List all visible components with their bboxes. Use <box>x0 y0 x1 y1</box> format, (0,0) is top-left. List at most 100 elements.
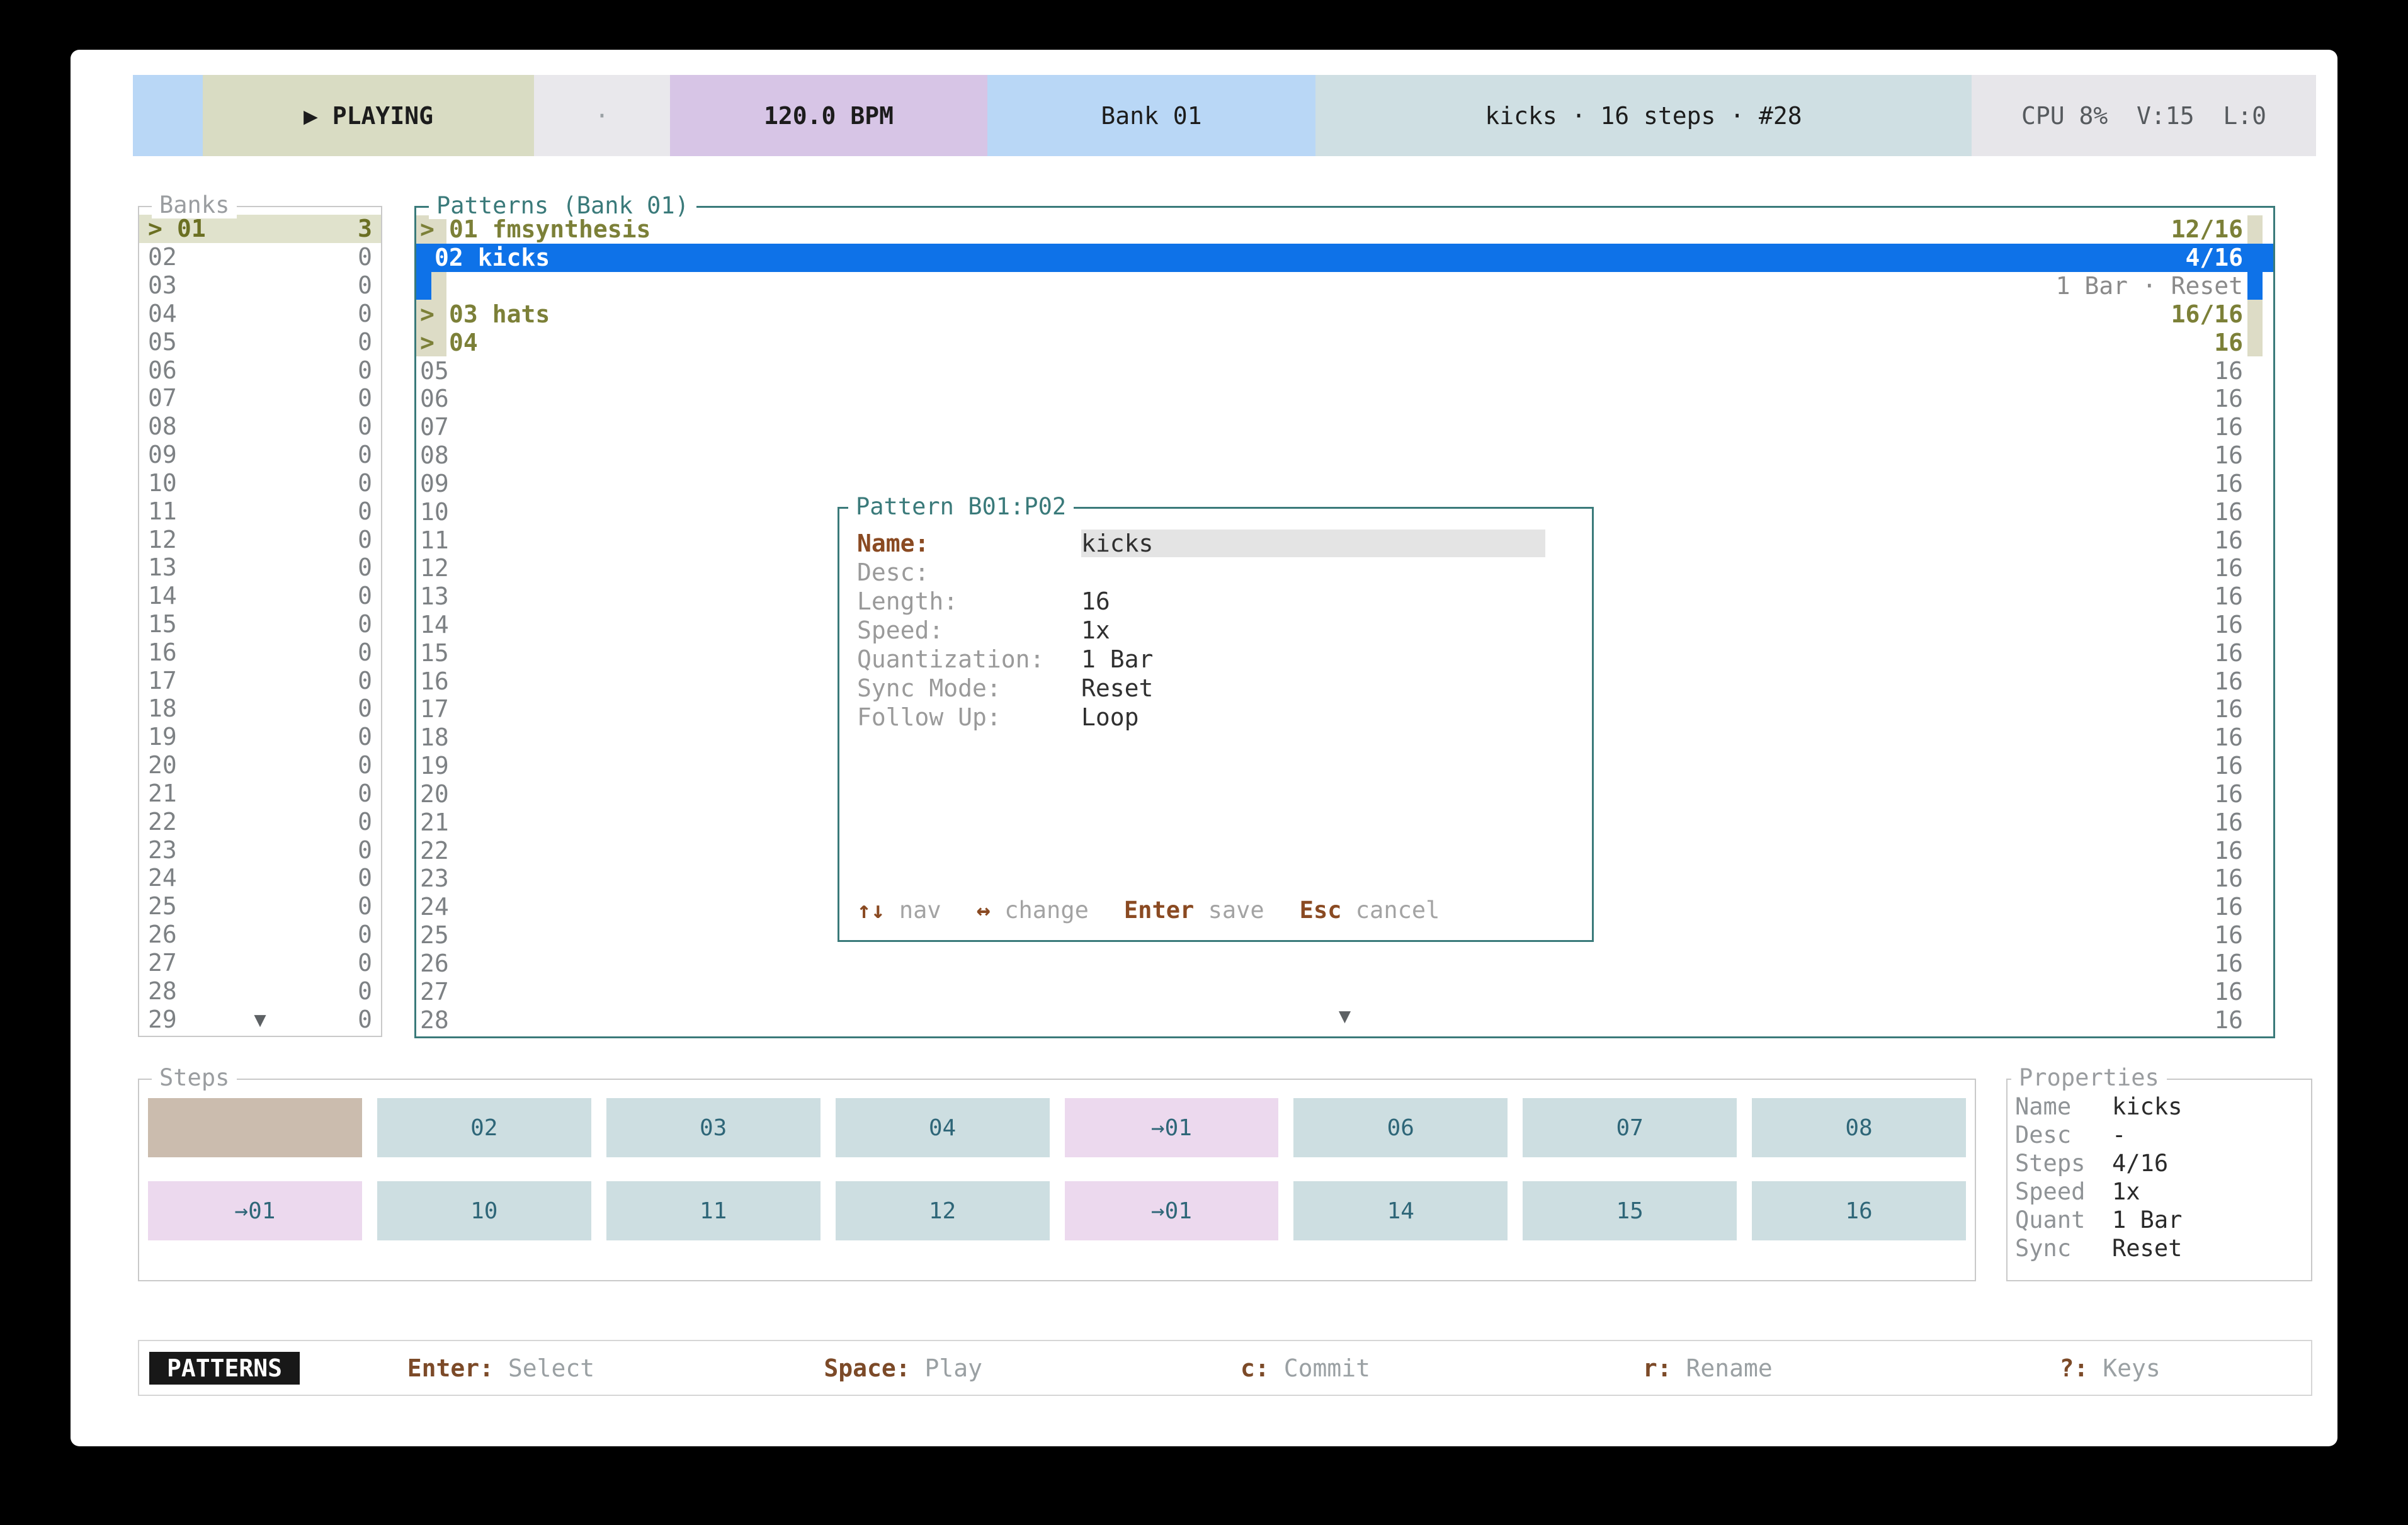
app-window: ▶ PLAYING · 120.0 BPM Bank 01 kicks · 16… <box>0 0 2408 1525</box>
key-hint-space <box>1194 897 1208 924</box>
bank-pattern-count: 0 <box>358 328 372 356</box>
property-value: - <box>2112 1121 2126 1148</box>
pattern-step-count: 16 <box>2214 526 2273 554</box>
dialog-field-row[interactable]: Speed: 1x <box>839 616 1592 645</box>
bank-row[interactable]: 14 0 <box>139 582 381 610</box>
bank-row[interactable]: 28 0 <box>139 977 381 1005</box>
pattern-number: 20 <box>420 780 449 808</box>
step-cell[interactable]: 16 <box>1752 1181 1966 1240</box>
bank-row[interactable]: 04 0 <box>139 299 381 327</box>
bank-row[interactable]: 17 0 <box>139 666 381 694</box>
field-value-input[interactable]: Reset <box>1081 674 1545 702</box>
bank-row[interactable]: 07 0 <box>139 384 381 412</box>
properties-panel-title: Properties <box>2011 1064 2167 1091</box>
step-cell[interactable]: →01 <box>148 1181 362 1240</box>
bank-row[interactable]: 22 0 <box>139 807 381 836</box>
pattern-row[interactable]: 06 16 <box>416 385 2273 413</box>
property-value: Reset <box>2112 1235 2182 1262</box>
pattern-step-count: 16 <box>2214 950 2273 977</box>
pattern-row[interactable]: 1 Bar · Reset <box>416 272 2273 300</box>
bank-cursor-marker: > <box>148 215 177 242</box>
step-cell-label: 04 <box>929 1115 956 1141</box>
step-cell[interactable]: 14 <box>1293 1181 1508 1240</box>
bank-pattern-count: 0 <box>358 921 372 948</box>
bank-row[interactable]: > 01 3 <box>139 215 381 243</box>
dialog-field-row[interactable]: Length: 16 <box>839 587 1592 616</box>
step-cell[interactable]: 03 <box>606 1098 821 1157</box>
step-cell[interactable]: 12 <box>836 1181 1050 1240</box>
step-cell[interactable]: 02 <box>377 1098 591 1157</box>
pattern-row[interactable]: > 03 hats 16/16 <box>416 300 2273 328</box>
field-value-input[interactable]: 1x <box>1081 616 1545 644</box>
bank-row[interactable]: 03 0 <box>139 271 381 300</box>
step-cell[interactable]: →01 <box>1065 1098 1279 1157</box>
pattern-row[interactable]: 05 16 <box>416 356 2273 385</box>
key-hint-label: Commit <box>1284 1354 1370 1382</box>
step-cell[interactable]: 08 <box>1752 1098 1966 1157</box>
bank-row[interactable]: 25 0 <box>139 892 381 921</box>
field-value-input[interactable]: Loop <box>1081 703 1545 731</box>
dialog-field-row[interactable]: Name: kicks <box>839 529 1592 558</box>
bank-row[interactable]: 10 0 <box>139 468 381 497</box>
step-cell[interactable]: 11 <box>606 1181 821 1240</box>
step-cell[interactable]: 04 <box>836 1098 1050 1157</box>
step-cell[interactable]: →01 <box>1065 1181 1279 1240</box>
bank-row[interactable]: 23 0 <box>139 836 381 864</box>
bank-row[interactable]: 16 0 <box>139 638 381 666</box>
bank-row[interactable]: 09 0 <box>139 441 381 469</box>
key-hint-label: Rename <box>1686 1354 1773 1382</box>
bank-row[interactable]: 20 0 <box>139 751 381 780</box>
dialog-field-row[interactable]: Follow Up: Loop <box>839 703 1592 732</box>
pattern-row[interactable]: 26 16 <box>416 950 2273 978</box>
bank-pattern-count: 0 <box>358 356 372 384</box>
bank-row[interactable]: 27 0 <box>139 949 381 977</box>
field-value-input[interactable]: kicks <box>1081 530 1545 557</box>
pattern-row[interactable]: 07 16 <box>416 413 2273 441</box>
pattern-row[interactable]: 09 16 <box>416 469 2273 497</box>
property-row: Desc - <box>2015 1121 2307 1149</box>
dialog-field-row[interactable]: Desc: <box>839 558 1592 587</box>
bank-row[interactable]: 13 0 <box>139 553 381 582</box>
property-row: Speed 1x <box>2015 1177 2307 1206</box>
bank-row[interactable]: 15 0 <box>139 610 381 638</box>
bank-row[interactable]: 12 0 <box>139 525 381 553</box>
bank-row[interactable]: 18 0 <box>139 694 381 723</box>
pattern-row[interactable]: 27 16 <box>416 977 2273 1006</box>
bank-row[interactable]: 11 0 <box>139 497 381 525</box>
bank-pattern-count: 0 <box>358 977 372 1005</box>
field-value-input[interactable]: 16 <box>1081 587 1545 615</box>
step-cell-label: 11 <box>700 1198 727 1224</box>
key-glyph: Enter <box>1124 897 1194 924</box>
dialog-field-row[interactable]: Quantization: 1 Bar <box>839 645 1592 674</box>
bank-row[interactable]: 21 0 <box>139 780 381 808</box>
bank-number: 10 <box>148 469 177 497</box>
bank-row[interactable]: 06 0 <box>139 356 381 384</box>
bank-row[interactable]: 24 0 <box>139 864 381 892</box>
dialog-field-row[interactable]: Sync Mode: Reset <box>839 674 1592 703</box>
step-cell[interactable]: 15 <box>1523 1181 1737 1240</box>
bank-row[interactable]: 05 0 <box>139 327 381 356</box>
bank-row[interactable]: 29 ▼ 0 <box>139 1005 381 1033</box>
bank-row[interactable]: 26 0 <box>139 921 381 949</box>
step-cell[interactable]: 07 <box>1523 1098 1737 1157</box>
pattern-row[interactable]: 08 16 <box>416 441 2273 470</box>
field-value-input[interactable]: 1 Bar <box>1081 645 1545 673</box>
bank-pattern-count: 0 <box>358 469 372 497</box>
pattern-step-count: 16 <box>2214 808 2273 836</box>
pattern-row[interactable]: 02 kicks 4/16 <box>416 244 2273 272</box>
pattern-step-count: 16 <box>2214 554 2273 582</box>
pattern-row[interactable]: > 04 16 <box>416 328 2273 356</box>
bank-row[interactable]: 08 0 <box>139 412 381 441</box>
banks-panel-title: Banks <box>152 191 237 218</box>
step-cell[interactable]: 06 <box>1293 1098 1508 1157</box>
bank-number: 20 <box>148 751 177 779</box>
pattern-number: 17 <box>420 695 449 723</box>
bank-row[interactable]: 02 0 <box>139 243 381 271</box>
bank-row[interactable]: 19 0 <box>139 723 381 751</box>
dialog-fields: Name: kicks Desc: Length: 16 Speed <box>839 529 1592 732</box>
pattern-step-count: 16/16 <box>2171 300 2273 328</box>
pattern-number: 12 <box>420 554 449 582</box>
step-cell[interactable]: 10 <box>377 1181 591 1240</box>
pattern-row[interactable]: > 01 fmsynthesis 12/16 <box>416 215 2273 244</box>
step-cell[interactable] <box>148 1098 362 1157</box>
